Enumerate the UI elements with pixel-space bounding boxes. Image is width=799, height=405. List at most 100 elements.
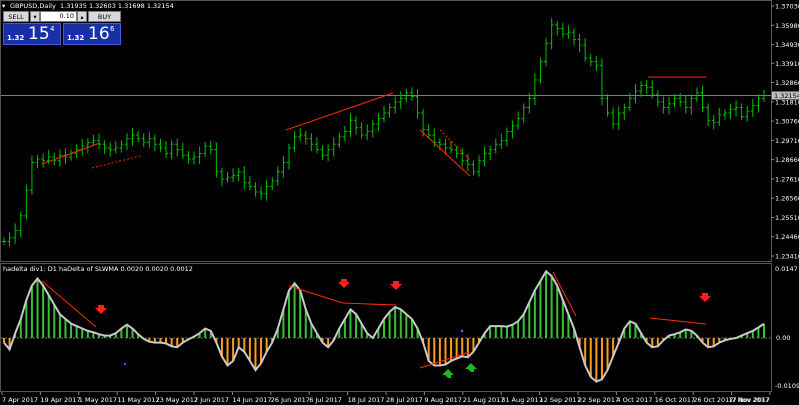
price-bar	[102, 140, 107, 154]
lot-decrease-icon[interactable]: ▾	[30, 11, 40, 22]
price-bar	[599, 58, 604, 106]
lot-size-input[interactable]: 0.10	[40, 11, 77, 22]
price-bar	[35, 154, 40, 169]
ask-price-box[interactable]: 1.32 16 6	[63, 23, 121, 45]
sell-arrow-icon	[338, 279, 350, 288]
price-bar	[359, 122, 364, 139]
price-bar	[689, 94, 694, 115]
price-tick-label: 1.37030	[775, 3, 799, 11]
time-tick-label: 19 Apr 2017	[40, 396, 80, 404]
price-bar	[225, 171, 230, 183]
price-bar	[242, 166, 247, 190]
price-tick-label: 1.30760	[775, 118, 799, 126]
price-bar	[13, 223, 18, 244]
price-tick-label: 1.33910	[775, 60, 799, 68]
signal-dot-icon	[460, 329, 464, 333]
price-bar	[236, 167, 241, 182]
trading-chart[interactable]: ▾ GBPUSD,Daily 1.31935 1.32603 1.31698 1…	[0, 0, 799, 405]
price-bar	[152, 134, 157, 152]
price-bar	[108, 142, 113, 157]
divergence-line	[41, 280, 97, 328]
price-bar	[197, 146, 202, 165]
price-bar	[555, 20, 560, 36]
time-tick-label: 31 Aug 2017	[501, 396, 543, 404]
time-tick-label: 1 May 2017	[79, 396, 117, 404]
price-bar	[588, 53, 593, 67]
price-bar	[85, 138, 90, 154]
price-bar	[141, 133, 146, 148]
price-bar	[164, 140, 169, 159]
price-bar	[488, 145, 493, 161]
price-bar	[69, 149, 74, 161]
signal-arrows	[95, 279, 711, 314]
price-bar	[320, 145, 325, 161]
buy-button[interactable]: BUY	[88, 11, 121, 22]
price-bar	[253, 182, 258, 197]
bid-price-fraction: 4	[50, 25, 55, 33]
price-bars	[2, 17, 766, 247]
price-bar	[762, 90, 766, 102]
price-bar	[219, 167, 224, 187]
time-tick-label: 6 Jul 2017	[309, 396, 342, 404]
price-bar	[616, 106, 621, 130]
time-tick-label: 21 Aug 2017	[463, 396, 505, 404]
sell-button[interactable]: SELL	[3, 11, 29, 22]
indicator-histogram	[3, 271, 765, 382]
price-bar	[611, 107, 616, 129]
price-bar	[292, 131, 297, 152]
price-bar	[80, 139, 85, 156]
bid-price-pips: 15	[28, 24, 50, 44]
price-bar	[147, 131, 152, 149]
price-bar	[7, 232, 12, 247]
price-bar	[130, 128, 135, 146]
price-tick-label: 1.35980	[775, 22, 799, 30]
time-tick-label: 28 Jul 2017	[386, 396, 423, 404]
time-tick-label: 26 Jun 2017	[271, 396, 310, 404]
buy-arrow-icon	[465, 363, 477, 372]
price-bar	[41, 153, 46, 168]
time-tick-label: 9 Aug 2017	[424, 396, 462, 404]
price-bar	[516, 111, 521, 130]
price-bar	[175, 138, 180, 157]
one-click-trading-panel: SELL ▾ 0.10 ▴ BUY 1.32 15 4 1.32 16 6	[3, 11, 121, 45]
price-bar	[186, 151, 191, 164]
price-tick-label: 1.32860	[775, 79, 799, 87]
price-bar	[745, 105, 750, 122]
price-bar	[376, 113, 381, 131]
time-tick-label: 22 Sep 2017	[578, 396, 619, 404]
time-tick-label: 23 May 2017	[156, 396, 198, 404]
price-bar	[750, 98, 755, 118]
price-bar	[393, 96, 398, 114]
price-bar	[309, 133, 314, 152]
divergence-line	[439, 129, 471, 161]
price-tick-label: 1.28660	[775, 156, 799, 164]
price-bar	[208, 140, 213, 155]
divergence-line	[649, 317, 707, 325]
indicator-pane-frame	[0, 263, 772, 392]
price-bar	[29, 155, 34, 195]
price-bar	[594, 56, 599, 72]
divergence-line	[91, 155, 141, 169]
price-bar	[471, 160, 476, 176]
bid-price-box[interactable]: 1.32 15 4	[3, 23, 61, 45]
price-bar	[560, 23, 565, 38]
price-bar	[655, 90, 660, 107]
price-bar	[113, 140, 118, 154]
current-price-label: 1.32154	[774, 92, 799, 100]
price-bar	[275, 166, 280, 186]
time-tick-label: 17 Nov 2017	[728, 396, 770, 404]
price-tick-label: 1.26560	[775, 195, 799, 203]
price-bar	[661, 96, 666, 114]
price-bar	[354, 116, 359, 135]
price-bar	[633, 84, 638, 104]
price-bar	[365, 124, 370, 140]
lot-increase-icon[interactable]: ▴	[77, 11, 87, 22]
price-bar	[337, 132, 342, 148]
price-bar	[644, 79, 649, 95]
ask-price-fraction: 6	[110, 25, 115, 33]
price-bar	[169, 140, 174, 160]
price-bar	[544, 37, 549, 67]
ask-price-prefix: 1.32	[67, 34, 85, 42]
price-bar	[119, 140, 124, 153]
price-bar	[499, 133, 504, 149]
